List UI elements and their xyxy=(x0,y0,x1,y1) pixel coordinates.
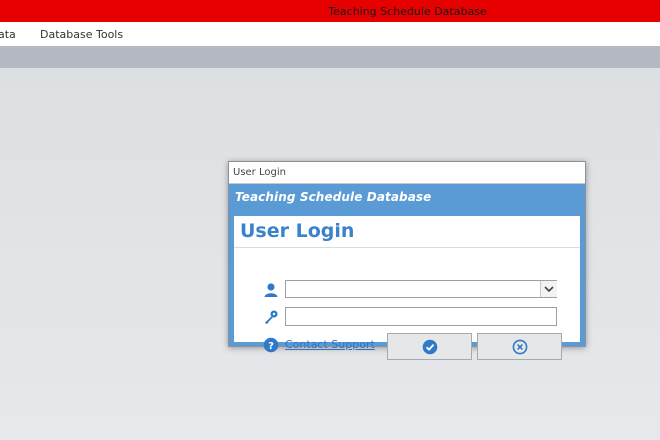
dialog-body: User Login ? Contact Support xyxy=(234,216,580,360)
cancel-button[interactable] xyxy=(477,333,562,360)
dialog-title: User Login xyxy=(240,220,355,242)
ribbon-tab-data[interactable]: ata xyxy=(0,28,16,41)
svg-text:?: ? xyxy=(268,341,274,352)
username-combo[interactable] xyxy=(285,280,557,298)
ribbon-tab-database-tools[interactable]: Database Tools xyxy=(40,28,123,41)
ribbon-collapsed-strip xyxy=(0,46,660,68)
dialog-caption-bar[interactable]: User Login xyxy=(229,162,585,184)
user-icon xyxy=(263,282,279,298)
check-circle-icon xyxy=(422,339,438,359)
app-title-bar: Teaching Schedule Database xyxy=(0,0,660,22)
ribbon-tabs: ata Database Tools xyxy=(0,22,660,46)
login-dialog: User Login Teaching Schedule Database Us… xyxy=(228,161,586,360)
dialog-frame: Teaching Schedule Database User Login ? … xyxy=(229,184,585,360)
password-field[interactable] xyxy=(285,307,557,326)
title-separator xyxy=(234,247,580,248)
help-icon[interactable]: ? xyxy=(263,337,279,353)
dialog-caption: User Login xyxy=(233,167,286,178)
key-icon xyxy=(263,309,279,325)
chevron-down-icon[interactable] xyxy=(540,281,557,297)
app-title: Teaching Schedule Database xyxy=(328,5,487,18)
contact-support-link[interactable]: Contact Support xyxy=(285,338,375,351)
dialog-header: Teaching Schedule Database xyxy=(235,190,432,204)
ok-button[interactable] xyxy=(387,333,472,360)
x-circle-icon xyxy=(512,339,528,359)
